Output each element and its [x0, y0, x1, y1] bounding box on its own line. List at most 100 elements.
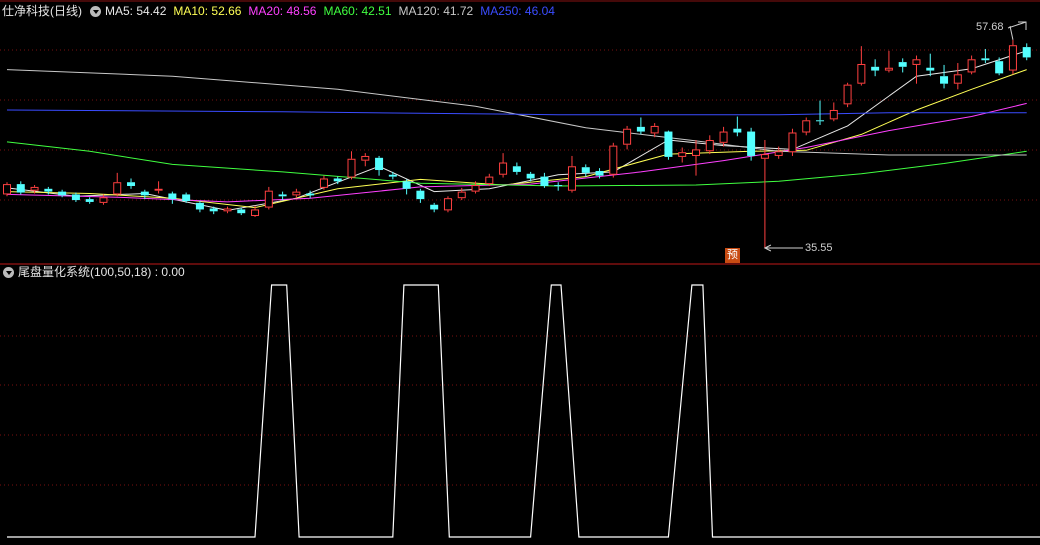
candle [898, 58, 907, 73]
candle [85, 197, 94, 204]
candle [664, 130, 673, 160]
candle-body [981, 58, 990, 61]
candle [264, 186, 273, 210]
candle-body [623, 128, 632, 145]
candle [705, 135, 714, 155]
ma250-line [6, 109, 1027, 116]
candle-body [678, 152, 687, 157]
ma20-line [6, 102, 1027, 203]
indicator-title[interactable]: 尾盘量化系统(100,50,18) : 0.00 [18, 264, 185, 280]
candle-body [898, 62, 907, 67]
candle-body [3, 184, 11, 195]
candle [747, 127, 756, 161]
candle-body [843, 84, 852, 105]
indicator-grid [0, 335, 1040, 486]
candle-body [44, 188, 53, 192]
candle-body [58, 191, 67, 196]
candle-body [127, 182, 136, 186]
candle-body [471, 185, 480, 192]
candle-body [540, 176, 549, 186]
ma5-line [6, 50, 1027, 211]
candle-body [443, 198, 452, 211]
candle-body [71, 194, 80, 201]
candle [223, 206, 232, 214]
ma250-value: MA250: 46.04 [480, 4, 555, 18]
candle-body [85, 199, 94, 202]
candle-body [912, 59, 921, 65]
candle-body [940, 76, 949, 84]
candle-body [223, 208, 232, 212]
indicator-line [7, 284, 1040, 538]
candle [609, 142, 618, 178]
candle-body [871, 66, 880, 71]
candle-body [926, 67, 935, 71]
candle [127, 178, 136, 189]
candle [443, 196, 452, 213]
low-price-label: 35.55 [805, 242, 833, 254]
candle [113, 172, 122, 197]
candle-body [512, 166, 521, 172]
candle-body [664, 131, 673, 157]
candle-body [416, 190, 425, 200]
candle [829, 102, 838, 122]
candle [154, 181, 163, 194]
ma60-value: MA60: 42.51 [323, 4, 392, 18]
candle-body [595, 170, 604, 176]
high-price-label: 57.68 [976, 21, 1004, 33]
candle-body [774, 151, 783, 156]
candle-body [581, 167, 590, 173]
candle-body [857, 63, 866, 84]
candle-body [816, 120, 825, 122]
candle-body [319, 178, 328, 188]
stock-title[interactable]: 仕净科技(日线) [2, 3, 82, 19]
candle [816, 100, 825, 125]
candle-body [788, 132, 797, 153]
candle [499, 153, 508, 178]
candle-body [30, 186, 39, 191]
indicator-legend: 尾盘量化系统(100,50,18) : 0.00 [2, 264, 192, 280]
candle-body [567, 166, 576, 191]
candle [760, 140, 769, 248]
ma10-value: MA10: 52.66 [173, 4, 242, 18]
candle [843, 82, 852, 108]
candle [430, 202, 439, 213]
candle [940, 64, 949, 89]
candle-body [430, 204, 439, 210]
forecast-badge[interactable]: 预 [725, 248, 740, 263]
candle-body [113, 182, 122, 195]
candle-body [251, 209, 260, 217]
candle [567, 155, 576, 193]
candle [884, 50, 893, 73]
candle-body [237, 209, 246, 214]
candle [581, 164, 590, 177]
candle-body [306, 193, 315, 196]
candle-body [1008, 45, 1017, 71]
candle-body [457, 191, 466, 199]
candle-body [375, 157, 384, 171]
ma120-value: MA120: 41.72 [398, 4, 474, 18]
candle [871, 59, 880, 77]
candle-body [802, 120, 811, 133]
candle [278, 191, 287, 201]
candle-body [733, 128, 742, 133]
candle [692, 140, 700, 176]
candle-body [499, 162, 508, 175]
candle-body [154, 188, 163, 191]
ma10-line [6, 69, 1027, 209]
candle-body [333, 178, 342, 182]
candle [402, 179, 411, 195]
candle-body [692, 149, 700, 156]
chevron-down-icon[interactable] [90, 5, 101, 17]
chevron-down-icon[interactable] [3, 266, 14, 278]
ma20-value: MA20: 48.56 [248, 4, 317, 18]
indicator-series [7, 284, 1040, 538]
price-annotations [763, 21, 1027, 252]
candle-body [636, 126, 645, 132]
candle-body [650, 125, 659, 134]
candle [416, 188, 425, 203]
candle-body [554, 185, 563, 187]
candle [636, 117, 645, 135]
candle [802, 117, 811, 136]
candle [1008, 39, 1017, 75]
candle [319, 175, 328, 190]
